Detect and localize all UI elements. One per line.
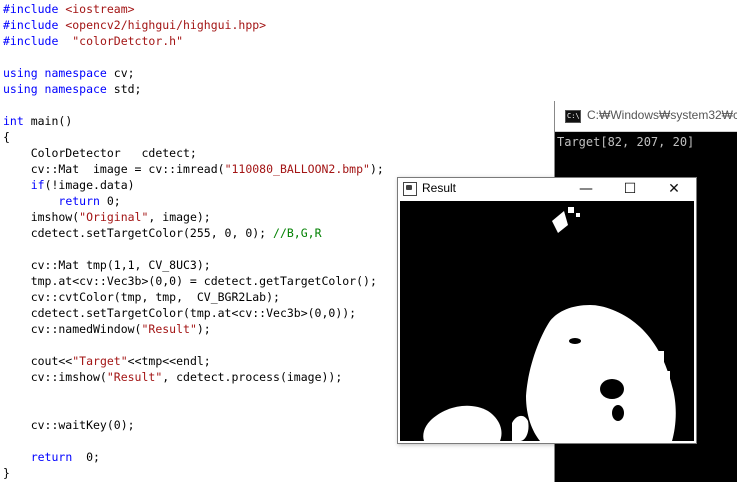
code-line[interactable]: cv::cvtColor(tmp, tmp, CV_BGR2Lab);: [3, 289, 280, 305]
code-token: "110080_BALLOON2.bmp": [224, 162, 370, 176]
code-line[interactable]: cv::Mat tmp(1,1, CV_8UC3);: [3, 257, 211, 273]
code-line[interactable]: cv::Mat image = cv::imread("110080_BALLO…: [3, 161, 384, 177]
code-line[interactable]: cv::namedWindow("Result");: [3, 321, 211, 337]
result-window-title: Result: [422, 181, 457, 195]
code-token: 0;: [72, 450, 100, 464]
console-app-icon: C:\: [565, 110, 581, 123]
console-title: C:₩Windows₩system32₩cm: [587, 108, 737, 122]
code-token: "colorDetctor.h": [72, 34, 184, 48]
code-line[interactable]: return 0;: [3, 193, 121, 209]
code-token: imshow(: [3, 210, 80, 224]
code-token: <<tmp<<endl;: [127, 354, 211, 368]
code-token: std;: [113, 82, 142, 96]
code-token: cdetect.setTargetColor(255, 0, 0);: [3, 226, 274, 240]
code-token: (!image.data): [44, 178, 135, 192]
code-token: "Result": [141, 322, 197, 336]
code-token: tmp.at<cv::Vec3b>(0,0) = cdetect.getTarg…: [3, 274, 377, 288]
code-token: "Target": [72, 354, 128, 368]
code-token: main(): [23, 114, 73, 128]
code-line[interactable]: int main(): [3, 113, 72, 129]
code-token: #include: [3, 18, 66, 32]
code-token: int: [3, 114, 24, 128]
result-titlebar[interactable]: Result — ☐ ✕: [398, 178, 696, 200]
code-token: 0;: [99, 194, 121, 208]
code-line[interactable]: cv::waitKey(0);: [3, 417, 135, 433]
code-line[interactable]: ColorDetector cdetect;: [3, 145, 197, 161]
code-token: {: [3, 130, 10, 144]
code-token: if: [30, 178, 45, 192]
code-line[interactable]: cdetect.setTargetColor(255, 0, 0); //B,G…: [3, 225, 322, 241]
window-app-icon: [403, 182, 417, 196]
code-token: cv::waitKey(0);: [3, 418, 135, 432]
code-line[interactable]: using namespace cv;: [3, 65, 135, 81]
code-token: );: [196, 322, 211, 336]
code-token: cdetect.setTargetColor(tmp.at<cv::Vec3b>…: [3, 306, 357, 320]
result-image: [400, 201, 694, 441]
code-line[interactable]: imshow("Original", image);: [3, 209, 211, 225]
code-token: , image);: [148, 210, 211, 224]
code-line[interactable]: #include "colorDetctor.h": [3, 33, 183, 49]
result-mask-image: [400, 201, 694, 441]
console-icon-label: C:\: [567, 112, 580, 120]
code-line[interactable]: tmp.at<cv::Vec3b>(0,0) = cdetect.getTarg…: [3, 273, 377, 289]
code-line[interactable]: #include <iostream>: [3, 1, 135, 17]
code-token: "Result": [106, 370, 163, 384]
code-token: cv::namedWindow(: [3, 322, 142, 336]
code-token: , cdetect.process(image));: [162, 370, 343, 384]
code-token: cv::cvtColor(tmp, tmp, CV_BGR2Lab);: [3, 290, 280, 304]
code-line[interactable]: }: [3, 465, 10, 481]
code-line[interactable]: return 0;: [3, 449, 100, 465]
code-token: return: [58, 194, 100, 208]
code-token: return: [30, 450, 73, 464]
code-token: cv::imshow(: [3, 370, 107, 384]
code-line[interactable]: {: [3, 129, 10, 145]
code-token: using namespace: [3, 82, 114, 96]
code-token: "Original": [79, 210, 149, 224]
code-token: cv::Mat image = cv::imread(: [3, 162, 225, 176]
code-token: using namespace: [3, 66, 114, 80]
code-token: #include: [3, 2, 66, 16]
code-token: //B,G,R: [273, 226, 322, 240]
code-line[interactable]: if(!image.data): [3, 177, 135, 193]
code-token: <iostream>: [65, 2, 135, 16]
code-token: #include: [3, 34, 73, 48]
code-token: cv::Mat tmp(1,1, CV_8UC3);: [3, 258, 211, 272]
code-line[interactable]: using namespace std;: [3, 81, 141, 97]
code-token: }: [3, 466, 10, 480]
code-line[interactable]: cdetect.setTargetColor(tmp.at<cv::Vec3b>…: [3, 305, 356, 321]
code-token: cout<<: [3, 354, 73, 368]
close-button[interactable]: ✕: [652, 178, 696, 200]
code-token: cv;: [113, 66, 135, 80]
console-titlebar[interactable]: C:\ C:₩Windows₩system32₩cm: [555, 101, 737, 132]
code-line[interactable]: #include <opencv2/highgui/highgui.hpp>: [3, 17, 266, 33]
code-line[interactable]: cv::imshow("Result", cdetect.process(ima…: [3, 369, 343, 385]
minimize-button[interactable]: —: [564, 178, 608, 200]
code-line[interactable]: cout<<"Target"<<tmp<<endl;: [3, 353, 211, 369]
code-token: );: [369, 162, 384, 176]
code-token: <opencv2/highgui/highgui.hpp>: [65, 18, 267, 32]
maximize-button[interactable]: ☐: [608, 178, 652, 200]
console-output: Target[82, 207, 20]: [557, 135, 695, 149]
code-token: ColorDetector cdetect;: [3, 146, 197, 160]
result-window[interactable]: Result — ☐ ✕: [397, 177, 697, 444]
